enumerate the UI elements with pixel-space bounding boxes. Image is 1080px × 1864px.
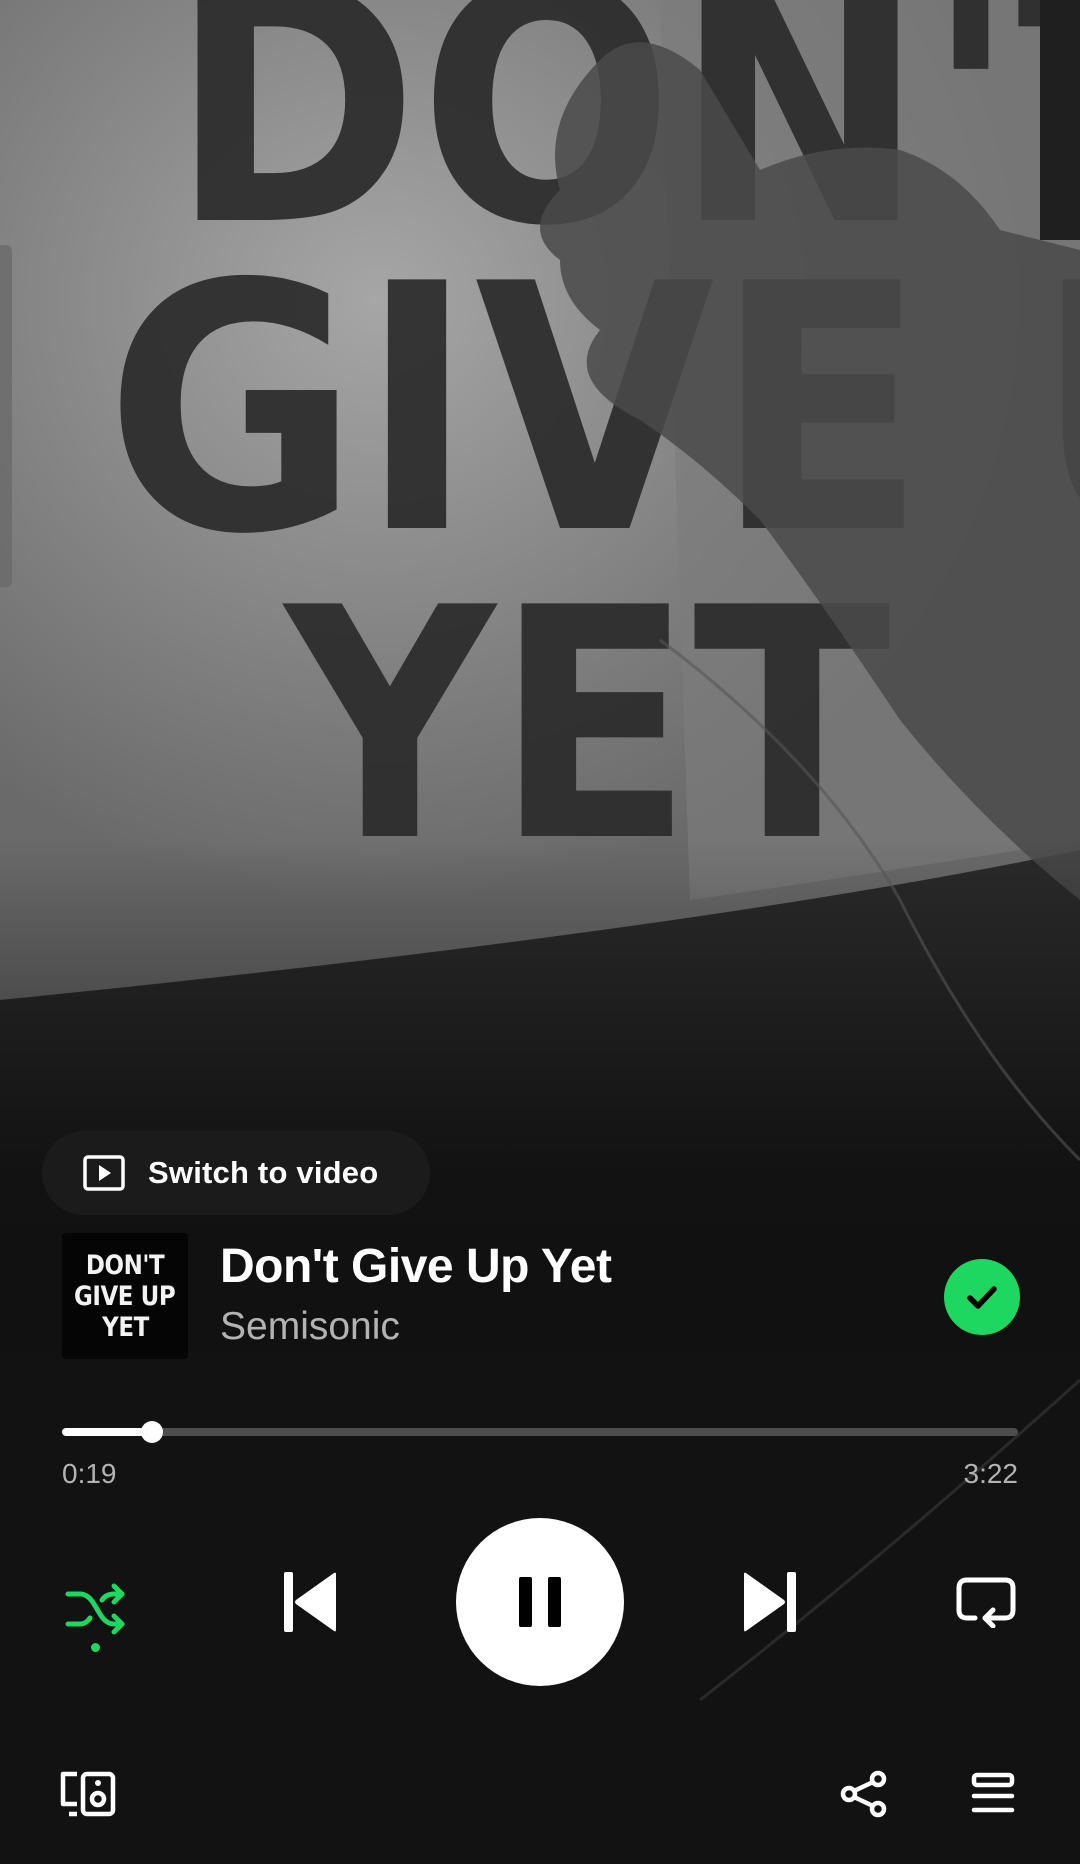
pause-button[interactable] [456,1518,624,1686]
now-playing-screen: DON'T GIVE U YET Switch to video DO [0,0,1080,1864]
track-artist[interactable]: Semisonic [220,1305,400,1349]
share-button[interactable] [838,1768,890,1820]
total-duration: 3:22 [963,1458,1019,1489]
saved-to-library-button[interactable] [944,1259,1020,1335]
previous-track-button[interactable] [270,1566,350,1638]
share-icon [840,1770,887,1818]
cover-text-line: YET [101,1311,149,1343]
queue-icon [971,1772,1015,1813]
shuffle-active-dot [91,1643,100,1652]
album-cover[interactable]: DON'T GIVE UP YET [62,1233,188,1359]
connect-device-button[interactable] [56,1768,120,1820]
progress-thumb[interactable] [140,1421,163,1443]
next-track-button[interactable] [730,1566,810,1638]
cover-text-line: DON'T [85,1249,165,1281]
play-square-icon [82,1153,126,1193]
switch-to-video-label: Switch to video [148,1155,379,1190]
repeat-icon [956,1577,1016,1628]
check-icon [967,1286,997,1309]
skip-next-icon [744,1572,796,1632]
shuffle-button[interactable] [56,1568,136,1652]
track-title[interactable]: Don't Give Up Yet [220,1239,612,1294]
track-info: DON'T GIVE UP YET Don't Give Up Yet Semi… [62,1233,1020,1359]
progress-fill [62,1428,152,1436]
switch-to-video-button[interactable]: Switch to video [42,1131,430,1215]
repeat-button[interactable] [948,1570,1024,1634]
progress-bar[interactable] [62,1421,1018,1443]
skip-previous-icon [284,1572,336,1632]
side-drawer-handle[interactable] [0,245,12,587]
queue-button[interactable] [970,1770,1016,1816]
cover-text-line: GIVE UP [74,1280,176,1312]
shuffle-icon [65,1583,125,1635]
elapsed-time: 0:19 [62,1458,117,1489]
pause-icon [519,1577,561,1627]
connect-device-icon [60,1771,116,1817]
